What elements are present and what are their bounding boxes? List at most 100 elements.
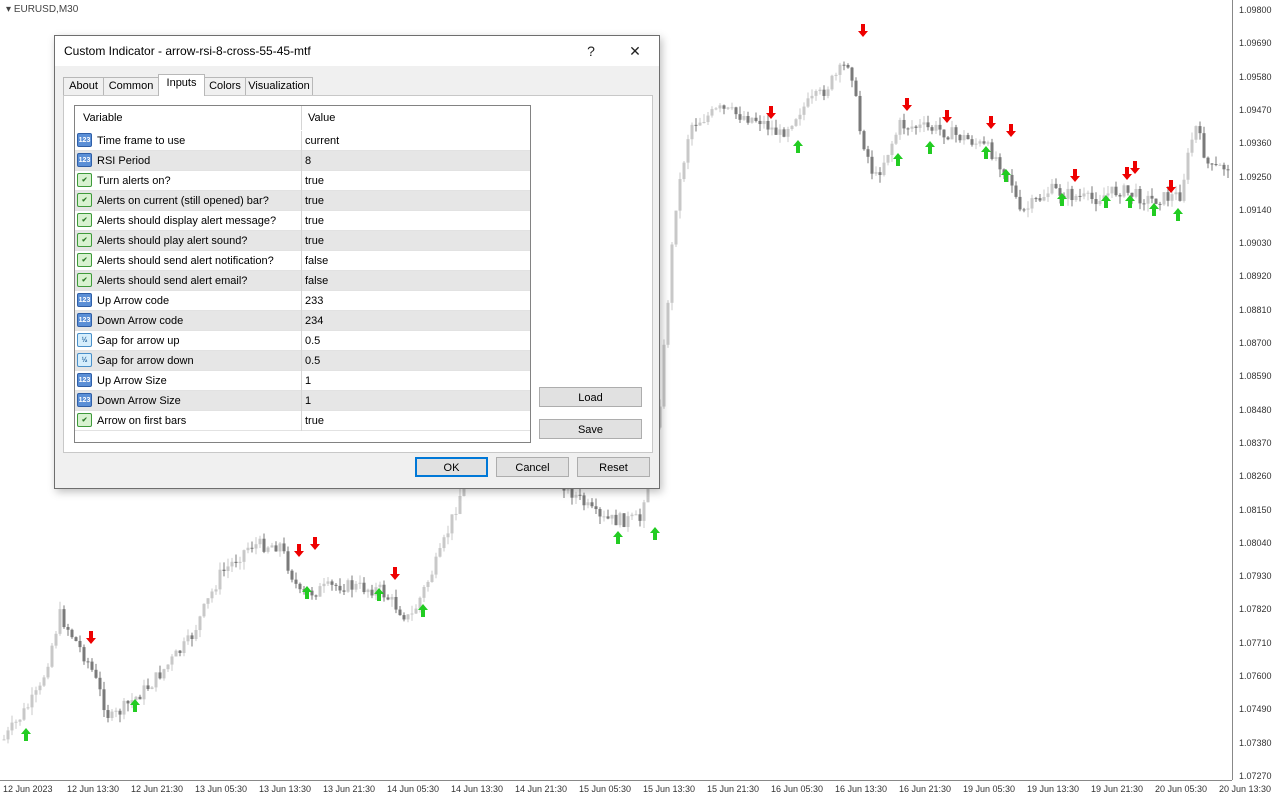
candle-body bbox=[606, 516, 610, 519]
input-value-cell[interactable]: true bbox=[305, 235, 324, 247]
candle-body bbox=[274, 545, 278, 552]
candle-body bbox=[1046, 193, 1050, 198]
cancel-button[interactable]: Cancel bbox=[496, 457, 569, 477]
input-value-cell[interactable]: true bbox=[305, 195, 324, 207]
candle-body bbox=[186, 635, 190, 642]
candle-body bbox=[1066, 188, 1070, 199]
input-value-cell[interactable]: true bbox=[305, 175, 324, 187]
candle-body bbox=[966, 135, 970, 140]
candle-body bbox=[1178, 192, 1182, 201]
candle-body bbox=[634, 514, 638, 516]
input-value-cell[interactable]: 1 bbox=[305, 375, 311, 387]
input-row[interactable]: 123 Down Arrow code 234 bbox=[75, 311, 530, 331]
input-value-cell[interactable]: false bbox=[305, 255, 328, 267]
input-row[interactable]: ✔ Alerts should send alert notification? f… bbox=[75, 251, 530, 271]
input-value-cell[interactable]: true bbox=[305, 215, 324, 227]
candle-body bbox=[202, 603, 206, 617]
candle-body bbox=[2, 739, 6, 741]
tab-visualization[interactable]: Visualization bbox=[245, 77, 313, 95]
time-tick-label: 20 Jun 13:30 bbox=[1219, 784, 1272, 794]
input-row[interactable]: 123 Time frame to use current bbox=[75, 131, 530, 151]
candle-body bbox=[66, 627, 70, 630]
candle-body bbox=[862, 131, 866, 150]
input-row[interactable]: 123 RSI Period 8 bbox=[75, 151, 530, 171]
bool-type-icon: ✔ bbox=[77, 173, 92, 187]
ok-button[interactable]: OK bbox=[415, 457, 488, 477]
input-value-cell[interactable]: 0.5 bbox=[305, 335, 320, 347]
dialog-titlebar[interactable]: Custom Indicator - arrow-rsi-8-cross-55-… bbox=[55, 36, 659, 66]
tab-colors[interactable]: Colors bbox=[204, 77, 246, 95]
load-button[interactable]: Load bbox=[539, 387, 642, 407]
input-row[interactable]: 123 Up Arrow Size 1 bbox=[75, 371, 530, 391]
reset-button[interactable]: Reset bbox=[577, 457, 650, 477]
input-value-cell[interactable]: 1 bbox=[305, 395, 311, 407]
input-row[interactable]: ½ Gap for arrow up 0.5 bbox=[75, 331, 530, 351]
input-row[interactable]: ✔ Alerts should display alert message? tru… bbox=[75, 211, 530, 231]
column-divider bbox=[301, 351, 302, 371]
candle-body bbox=[86, 661, 90, 663]
candle-body bbox=[386, 597, 390, 600]
candle-body bbox=[1190, 139, 1194, 153]
input-row[interactable]: 123 Down Arrow Size 1 bbox=[75, 391, 530, 411]
candle-body bbox=[1082, 193, 1086, 197]
input-value-cell[interactable]: 234 bbox=[305, 315, 323, 327]
candle-body bbox=[798, 114, 802, 120]
candle-body bbox=[690, 124, 694, 140]
integer-type-icon: 123 bbox=[77, 153, 92, 167]
bool-type-icon: ✔ bbox=[77, 193, 92, 207]
candle-body bbox=[414, 608, 418, 614]
input-row[interactable]: ✔ Alerts on current (still opened) bar? tr… bbox=[75, 191, 530, 211]
candle-body bbox=[118, 710, 122, 715]
price-tick-label: 1.07600 bbox=[1239, 671, 1272, 681]
input-row[interactable]: ✔ Alerts should play alert sound? true bbox=[75, 231, 530, 251]
candle-body bbox=[450, 514, 454, 534]
buy-arrow-icon bbox=[650, 527, 660, 540]
sell-arrow-icon bbox=[1130, 161, 1140, 174]
time-tick-label: 16 Jun 05:30 bbox=[771, 784, 824, 794]
candle-body bbox=[618, 513, 622, 526]
candle-body bbox=[1038, 198, 1042, 201]
column-header-variable[interactable]: Variable bbox=[83, 112, 123, 124]
input-row[interactable]: ✔ Turn alerts on? true bbox=[75, 171, 530, 191]
tab-inputs[interactable]: Inputs bbox=[158, 74, 205, 96]
time-tick-label: 16 Jun 21:30 bbox=[899, 784, 952, 794]
input-value-cell[interactable]: 8 bbox=[305, 155, 311, 167]
candle-body bbox=[438, 548, 442, 557]
price-tick-label: 1.09470 bbox=[1239, 104, 1272, 115]
candle-body bbox=[366, 589, 370, 593]
help-button[interactable]: ? bbox=[577, 40, 605, 62]
candle-body bbox=[694, 124, 698, 126]
input-value-cell[interactable]: current bbox=[305, 135, 339, 147]
tab-common[interactable]: Common bbox=[103, 77, 159, 95]
candle-body bbox=[930, 127, 934, 131]
sell-arrow-icon bbox=[902, 98, 912, 111]
price-tick-label: 1.08150 bbox=[1239, 504, 1272, 515]
time-tick-label: 19 Jun 13:30 bbox=[1027, 784, 1080, 794]
save-button[interactable]: Save bbox=[539, 419, 642, 439]
candle-body bbox=[898, 119, 902, 135]
input-value-cell[interactable]: 0.5 bbox=[305, 355, 320, 367]
candle-body bbox=[1106, 193, 1110, 196]
candle-body bbox=[1182, 179, 1186, 201]
input-value-cell[interactable]: false bbox=[305, 275, 328, 287]
input-row[interactable]: 123 Up Arrow code 233 bbox=[75, 291, 530, 311]
input-row[interactable]: ½ Gap for arrow down 0.5 bbox=[75, 351, 530, 371]
input-value-cell[interactable]: 233 bbox=[305, 295, 323, 307]
input-variable-name: Alerts should display alert message? bbox=[97, 215, 277, 227]
candle-body bbox=[430, 574, 434, 582]
candle-body bbox=[586, 502, 590, 506]
tab-about[interactable]: About bbox=[63, 77, 104, 95]
close-button[interactable]: ✕ bbox=[621, 40, 649, 62]
sell-arrow-icon bbox=[86, 631, 96, 644]
candle-body bbox=[614, 514, 618, 526]
input-value-cell[interactable]: true bbox=[305, 415, 324, 427]
candle-body bbox=[246, 547, 250, 551]
input-row[interactable]: ✔ Arrow on first bars true bbox=[75, 411, 530, 431]
candle-body bbox=[878, 172, 882, 176]
input-row[interactable]: ✔ Alerts should send alert email? false bbox=[75, 271, 530, 291]
input-variable-name: Down Arrow Size bbox=[97, 395, 181, 407]
buy-arrow-icon bbox=[981, 146, 991, 159]
candle-body bbox=[946, 137, 950, 140]
candle-body bbox=[1054, 183, 1058, 189]
column-header-value[interactable]: Value bbox=[308, 112, 335, 124]
